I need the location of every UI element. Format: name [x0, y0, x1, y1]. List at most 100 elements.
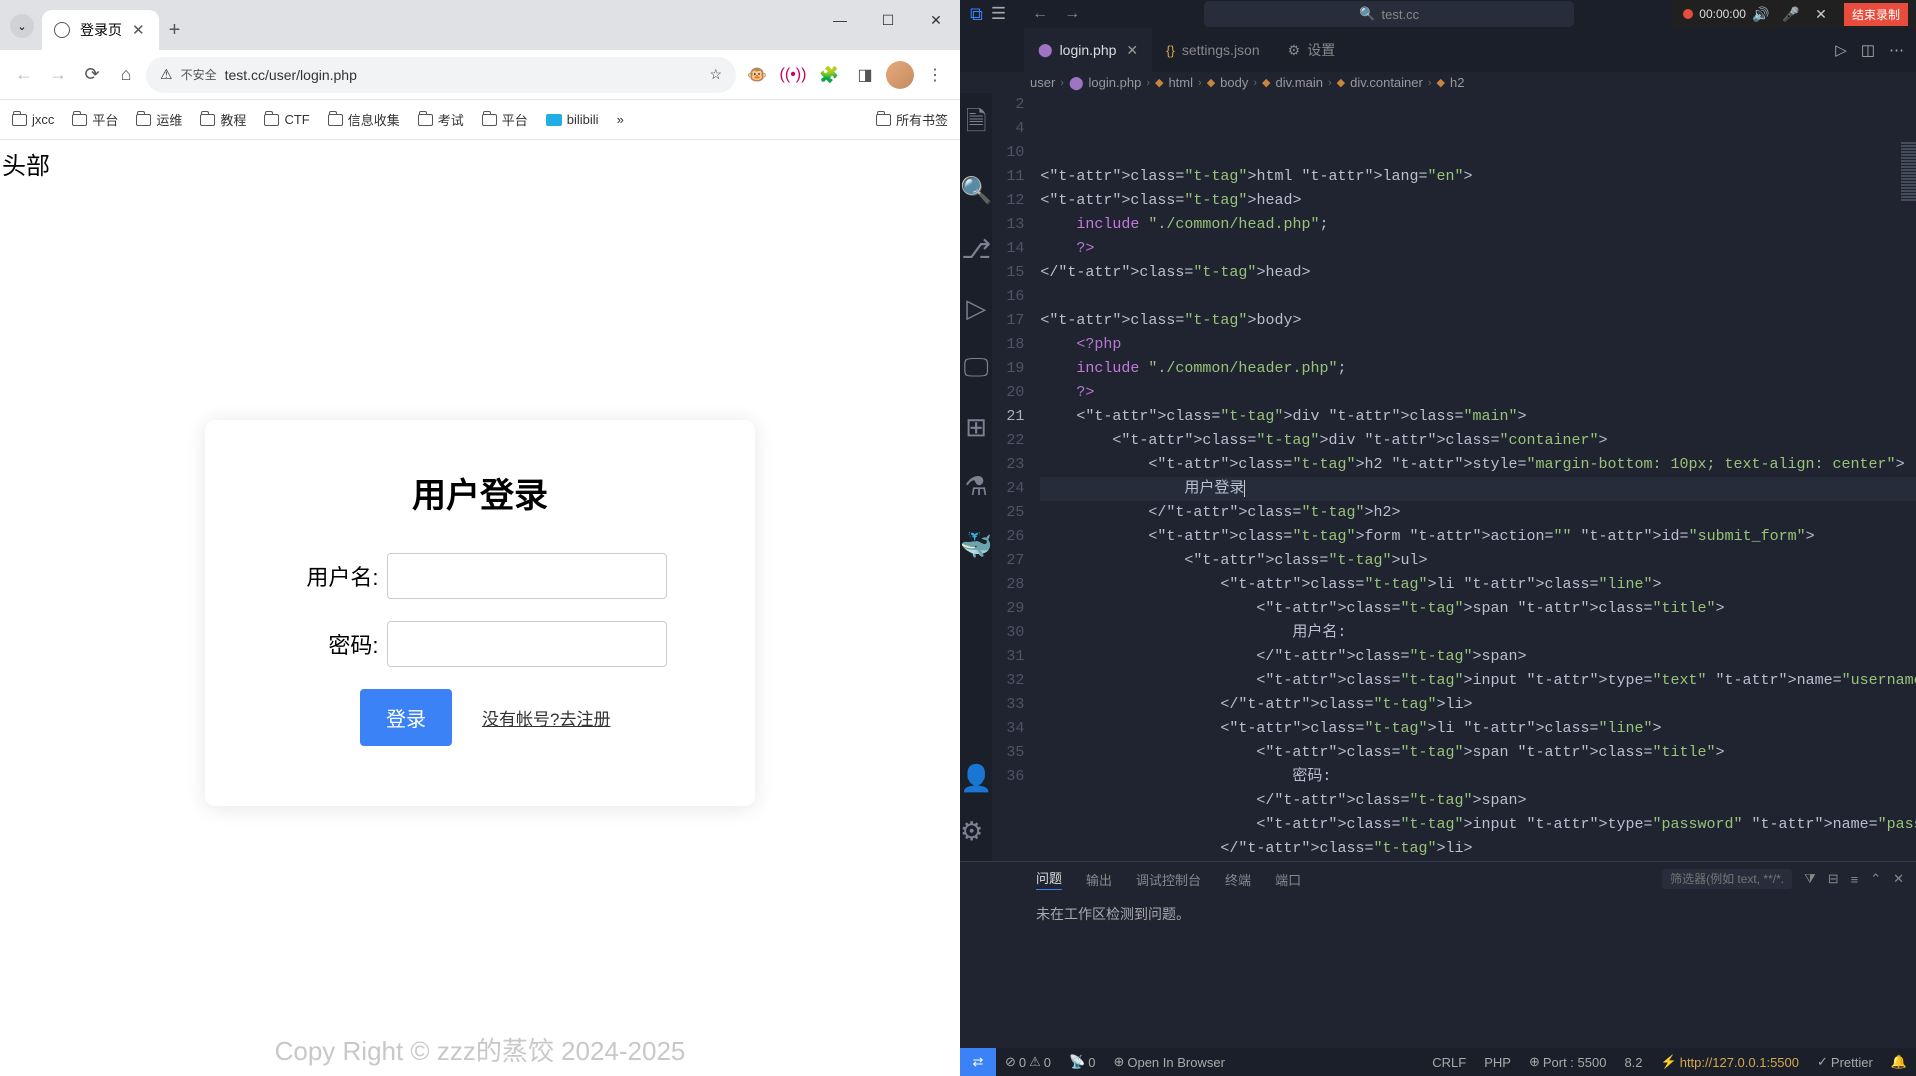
panel-tab-problems[interactable]: 问题 — [1036, 868, 1062, 890]
panel-tab-output[interactable]: 输出 — [1086, 870, 1112, 889]
folder-icon — [12, 114, 27, 126]
bookmark-item[interactable]: 运维 — [136, 110, 182, 129]
mic-icon[interactable]: 🎤 — [1776, 0, 1806, 28]
home-button[interactable]: ⌂ — [112, 61, 140, 89]
breadcrumbs[interactable]: user› ⬤login.php› ◆html› ◆body› ◆div.mai… — [960, 72, 1916, 93]
panel-tab-terminal[interactable]: 终端 — [1225, 870, 1251, 889]
status-open-browser[interactable]: ⊕ Open In Browser — [1104, 1054, 1233, 1070]
account-icon[interactable]: 👤 — [960, 763, 992, 794]
tab-login-php[interactable]: ⬤ login.php ✕ — [1024, 28, 1152, 72]
editor-tabs: ⬤ login.php ✕ {} settings.json ⚙ 设置 ▷ ◫ … — [960, 28, 1916, 72]
bookmark-item[interactable]: CTF — [264, 112, 309, 127]
status-prettier[interactable]: ✓ Prettier — [1808, 1054, 1882, 1070]
back-button[interactable]: ← — [10, 61, 38, 89]
ext-icon-2[interactable]: ((•)) — [778, 60, 808, 90]
status-port[interactable]: ⊕ Port : 5500 — [1520, 1054, 1616, 1070]
vscode-window: ⧉ ☰ ← → 🔍 test.cc ◫ ⊟ ▥ ⊞ ⬤ login.php ✕ … — [960, 0, 1916, 1076]
page-content: 头部 用户登录 用户名: 密码: 登录 没有帐号?去注册 Copy Right … — [0, 140, 960, 1076]
testing-icon[interactable]: ⚗ — [965, 471, 988, 502]
split-icon[interactable]: ◫ — [1861, 41, 1875, 59]
close-panel-icon[interactable]: ✕ — [1893, 871, 1904, 887]
bookmark-item[interactable]: 信息收集 — [328, 110, 400, 129]
login-card: 用户登录 用户名: 密码: 登录 没有帐号?去注册 — [205, 420, 755, 806]
minimize-button[interactable]: — — [816, 0, 864, 40]
nav-forward-icon[interactable]: → — [1064, 5, 1080, 23]
tab-settings-json[interactable]: {} settings.json — [1152, 28, 1274, 72]
php-icon: ⬤ — [1038, 42, 1053, 58]
address-bar: ← → ⟳ ⌂ ⚠ 不安全 test.cc/user/login.php ☆ 🐵… — [0, 50, 960, 100]
maximize-button[interactable]: ☐ — [864, 0, 912, 40]
ext-icon-1[interactable]: 🐵 — [742, 60, 772, 90]
stop-record-button[interactable]: 结束录制 — [1844, 3, 1908, 26]
close-tab-icon[interactable]: ✕ — [1126, 42, 1138, 59]
menu-icon[interactable]: ⋮ — [920, 60, 950, 90]
run-icon[interactable]: ▷ — [1835, 41, 1847, 59]
status-bell-icon[interactable]: 🔔 — [1882, 1054, 1916, 1070]
source-control-icon[interactable]: ⎇ — [961, 234, 991, 265]
filter-input[interactable] — [1662, 869, 1792, 889]
new-tab-button[interactable]: + — [169, 19, 181, 42]
page-footer: Copy Right © zzz的蒸饺 2024-2025 — [0, 1023, 960, 1076]
explorer-icon[interactable]: 🗎 — [966, 103, 987, 147]
tab-settings[interactable]: ⚙ 设置 — [1274, 28, 1350, 72]
tab-search-icon[interactable]: ⌄ — [10, 14, 34, 38]
not-secure-label: 不安全 — [181, 66, 217, 83]
code-area[interactable]: <"t-attr">class="t-tag">html "t-attr">la… — [1040, 93, 1916, 861]
bookmark-item[interactable]: 平台 — [482, 110, 528, 129]
star-icon[interactable]: ☆ — [709, 66, 722, 83]
chevron-up-icon[interactable]: ⌃ — [1870, 871, 1881, 887]
tab-title: 登录页 — [80, 20, 122, 40]
command-search[interactable]: 🔍 test.cc — [1204, 1, 1574, 27]
nav-back-icon[interactable]: ← — [1032, 5, 1048, 23]
login-button[interactable]: 登录 — [360, 689, 452, 746]
panel-tab-ports[interactable]: 端口 — [1275, 870, 1301, 889]
list-icon[interactable]: ≡ — [1851, 872, 1859, 887]
folder-icon — [136, 114, 151, 126]
extensions-icon[interactable]: 🧩 — [814, 60, 844, 90]
collapse-icon[interactable]: ⊟ — [1828, 871, 1839, 887]
bookmark-item[interactable]: 教程 — [200, 110, 246, 129]
minimap[interactable] — [1897, 93, 1916, 273]
settings-icon[interactable]: ⚙ — [960, 816, 992, 847]
reload-button[interactable]: ⟳ — [78, 61, 106, 89]
login-title: 用户登录 — [265, 468, 695, 517]
status-version[interactable]: 8.2 — [1615, 1054, 1651, 1070]
speaker-icon[interactable]: 🔊 — [1746, 0, 1776, 28]
sidepanel-icon[interactable]: ◨ — [850, 60, 880, 90]
extensions-icon[interactable]: ⊞ — [965, 412, 987, 443]
password-input[interactable] — [387, 621, 667, 667]
remote-icon[interactable]: 🖵 — [964, 352, 989, 384]
bookmark-item[interactable]: 平台 — [72, 110, 118, 129]
close-window-button[interactable]: ✕ — [912, 0, 960, 40]
status-eol[interactable]: CRLF — [1423, 1054, 1475, 1070]
vscode-icon: ⧉ — [970, 4, 983, 25]
close-tab-icon[interactable]: ✕ — [132, 21, 145, 39]
register-link[interactable]: 没有帐号?去注册 — [482, 705, 610, 730]
username-input[interactable] — [387, 553, 667, 599]
status-ports[interactable]: 📡 0 — [1060, 1054, 1104, 1070]
all-bookmarks[interactable]: 所有书签 — [876, 110, 948, 129]
forward-button[interactable]: → — [44, 61, 72, 89]
hamburger-icon[interactable]: ☰ — [991, 4, 1006, 24]
avatar[interactable] — [886, 61, 914, 89]
docker-icon[interactable]: 🐳 — [960, 530, 992, 561]
code-editor[interactable]: 2410111213141516171819202122232425262728… — [992, 93, 1916, 861]
bookmark-item[interactable]: 考试 — [418, 110, 464, 129]
url-capsule[interactable]: ⚠ 不安全 test.cc/user/login.php ☆ — [146, 57, 736, 93]
bookmarks-bar: jxcc 平台 运维 教程 CTF 信息收集 考试 平台 bilibili » … — [0, 100, 960, 140]
status-errors[interactable]: ⊘ 0 ⚠ 0 — [996, 1054, 1060, 1070]
status-lang[interactable]: PHP — [1475, 1054, 1520, 1070]
browser-tab[interactable]: 登录页 ✕ — [42, 10, 159, 50]
panel-tab-debug[interactable]: 调试控制台 — [1136, 870, 1201, 889]
status-url[interactable]: ⚡ http://127.0.0.1:5500 — [1652, 1054, 1808, 1070]
filter-icon[interactable]: ⧩ — [1804, 871, 1816, 887]
run-debug-icon[interactable]: ▷ — [966, 293, 986, 324]
search-icon[interactable]: 🔍 — [960, 175, 992, 206]
close-icon[interactable]: ✕ — [1806, 0, 1836, 28]
bookmark-item[interactable]: jxcc — [12, 112, 54, 127]
more-bookmarks[interactable]: » — [617, 112, 624, 127]
panel-tabs: 问题 输出 调试控制台 终端 端口 ⧩ ⊟ ≡ ⌃ ✕ — [960, 862, 1916, 896]
more-icon[interactable]: ⋯ — [1889, 41, 1904, 59]
bookmark-bili[interactable]: bilibili — [546, 112, 599, 127]
remote-button[interactable]: ⇄ — [960, 1048, 996, 1076]
